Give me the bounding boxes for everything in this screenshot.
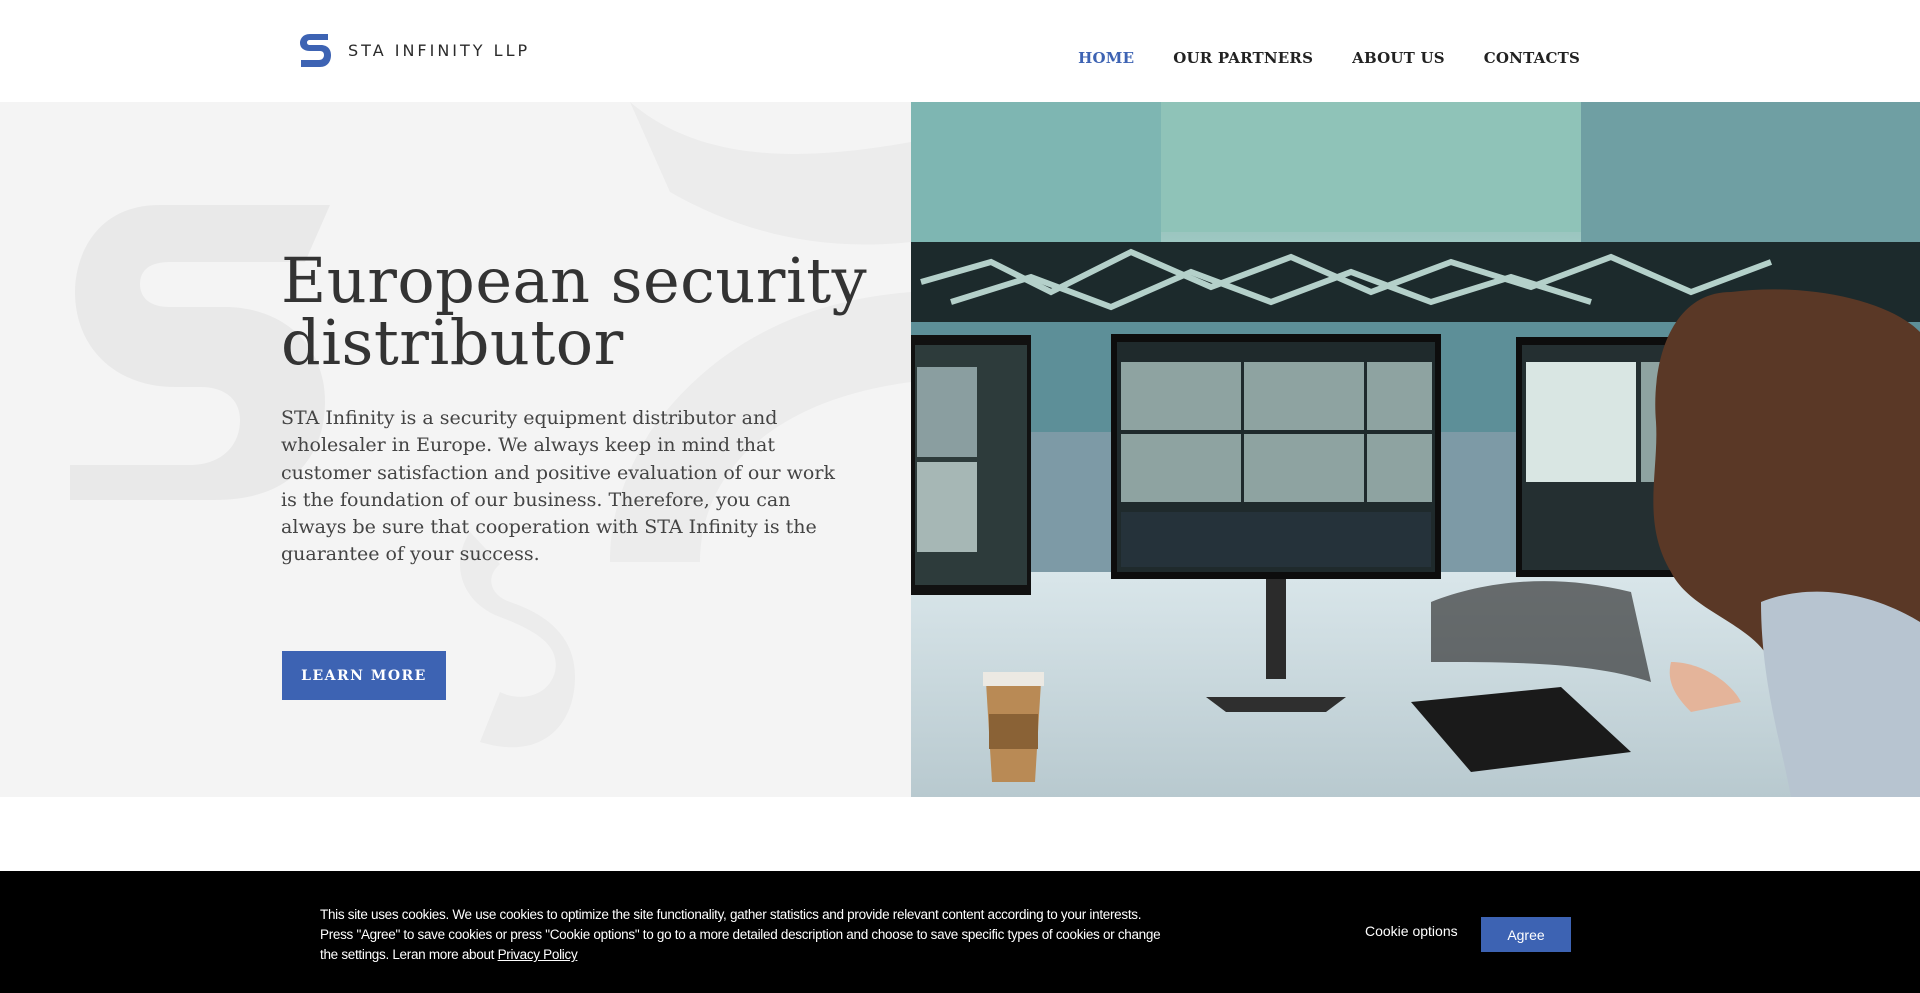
hero-description: STA Infinity is a security equipment dis…	[281, 407, 835, 566]
logo-text: STA INFINITY LLP	[348, 40, 531, 60]
logo-s-icon	[300, 34, 331, 67]
hero-section: European security distributor STA Infini…	[0, 102, 911, 797]
nav-contacts[interactable]: CONTACTS	[1484, 49, 1580, 67]
agree-button[interactable]: Agree	[1481, 917, 1571, 952]
site-header: STA INFINITY LLP HOME OUR PARTNERS ABOUT…	[0, 0, 1920, 102]
cookie-banner: This site uses cookies. We use cookies t…	[0, 871, 1920, 993]
hero-title: European security distributor	[281, 250, 867, 374]
privacy-policy-link[interactable]: Privacy Policy	[498, 947, 578, 962]
control-room-photo-icon	[911, 102, 1920, 797]
nav-our-partners[interactable]: OUR PARTNERS	[1173, 49, 1313, 67]
main-nav: HOME OUR PARTNERS ABOUT US CONTACTS	[1078, 49, 1580, 67]
hero-title-line2: distributor	[281, 306, 624, 379]
logo[interactable]: STA INFINITY LLP	[298, 30, 530, 70]
nav-home[interactable]: HOME	[1078, 49, 1134, 67]
cookie-options-button[interactable]: Cookie options	[1365, 923, 1458, 939]
cookie-message: This site uses cookies. We use cookies t…	[320, 907, 1161, 962]
cookie-text: This site uses cookies. We use cookies t…	[320, 905, 1170, 965]
nav-about-us[interactable]: ABOUT US	[1352, 49, 1445, 67]
hero-image	[911, 102, 1920, 797]
learn-more-button[interactable]: LEARN MORE	[282, 651, 446, 700]
